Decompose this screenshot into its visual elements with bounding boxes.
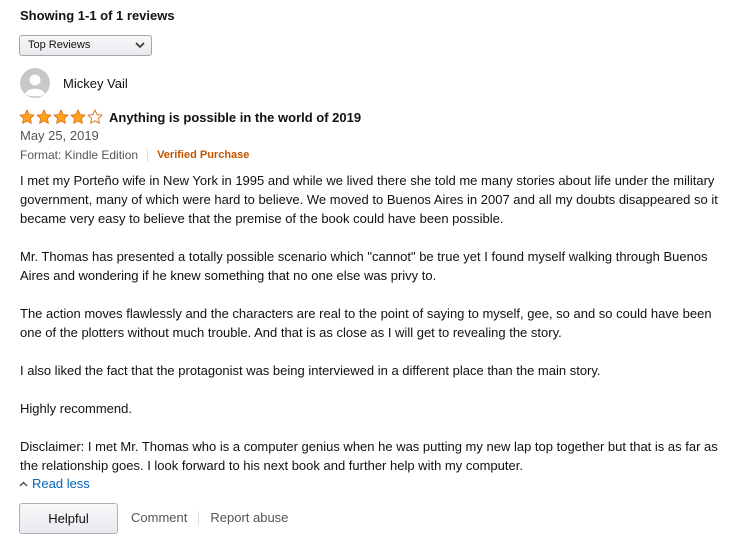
review-paragraph: Disclaimer: I met Mr. Thomas who is a co… xyxy=(20,439,718,473)
review-page: Showing 1-1 of 1 reviews Top Reviews Mic… xyxy=(0,0,752,544)
sort-selected-label: Top Reviews xyxy=(28,39,91,51)
review-paragraph: I also liked the fact that the protagoni… xyxy=(20,363,601,378)
read-less-label: Read less xyxy=(32,476,90,491)
review-paragraph: Highly recommend. xyxy=(20,401,132,416)
helpful-button[interactable]: Helpful xyxy=(19,503,118,534)
star-icon xyxy=(19,109,35,124)
comment-link[interactable]: Comment xyxy=(131,510,187,525)
star-icon xyxy=(36,109,52,124)
star-icon xyxy=(87,109,103,124)
format-label[interactable]: Format: Kindle Edition xyxy=(20,148,138,162)
review-paragraph: The action moves flawlessly and the char… xyxy=(20,306,712,340)
review-paragraph: Mr. Thomas has presented a totally possi… xyxy=(20,249,708,283)
report-abuse-link[interactable]: Report abuse xyxy=(210,510,288,525)
sort-dropdown[interactable]: Top Reviews xyxy=(19,35,152,56)
reviews-count-summary: Showing 1-1 of 1 reviews xyxy=(20,8,175,23)
review-title[interactable]: Anything is possible in the world of 201… xyxy=(109,110,361,125)
review-body: I met my Porteño wife in New York in 199… xyxy=(20,171,720,494)
reviewer-profile[interactable]: Mickey Vail xyxy=(20,68,128,98)
default-avatar-icon xyxy=(20,68,50,98)
star-icon xyxy=(53,109,69,124)
read-less-link[interactable]: Read less xyxy=(19,476,90,491)
verified-purchase-badge: Verified Purchase xyxy=(157,149,250,161)
review-format-line: Format: Kindle Edition Verified Purchase xyxy=(20,148,249,162)
chevron-down-icon xyxy=(135,42,145,49)
review-paragraph: I met my Porteño wife in New York in 199… xyxy=(20,173,718,226)
star-icon xyxy=(70,109,86,124)
divider xyxy=(198,510,200,525)
star-rating[interactable] xyxy=(19,109,103,125)
review-date: May 25, 2019 xyxy=(20,128,99,143)
review-actions: Comment Report abuse xyxy=(131,510,288,525)
divider xyxy=(147,148,149,162)
reviewer-name: Mickey Vail xyxy=(63,75,128,91)
chevron-up-icon xyxy=(19,480,28,487)
review-rating-line: Anything is possible in the world of 201… xyxy=(19,108,361,126)
